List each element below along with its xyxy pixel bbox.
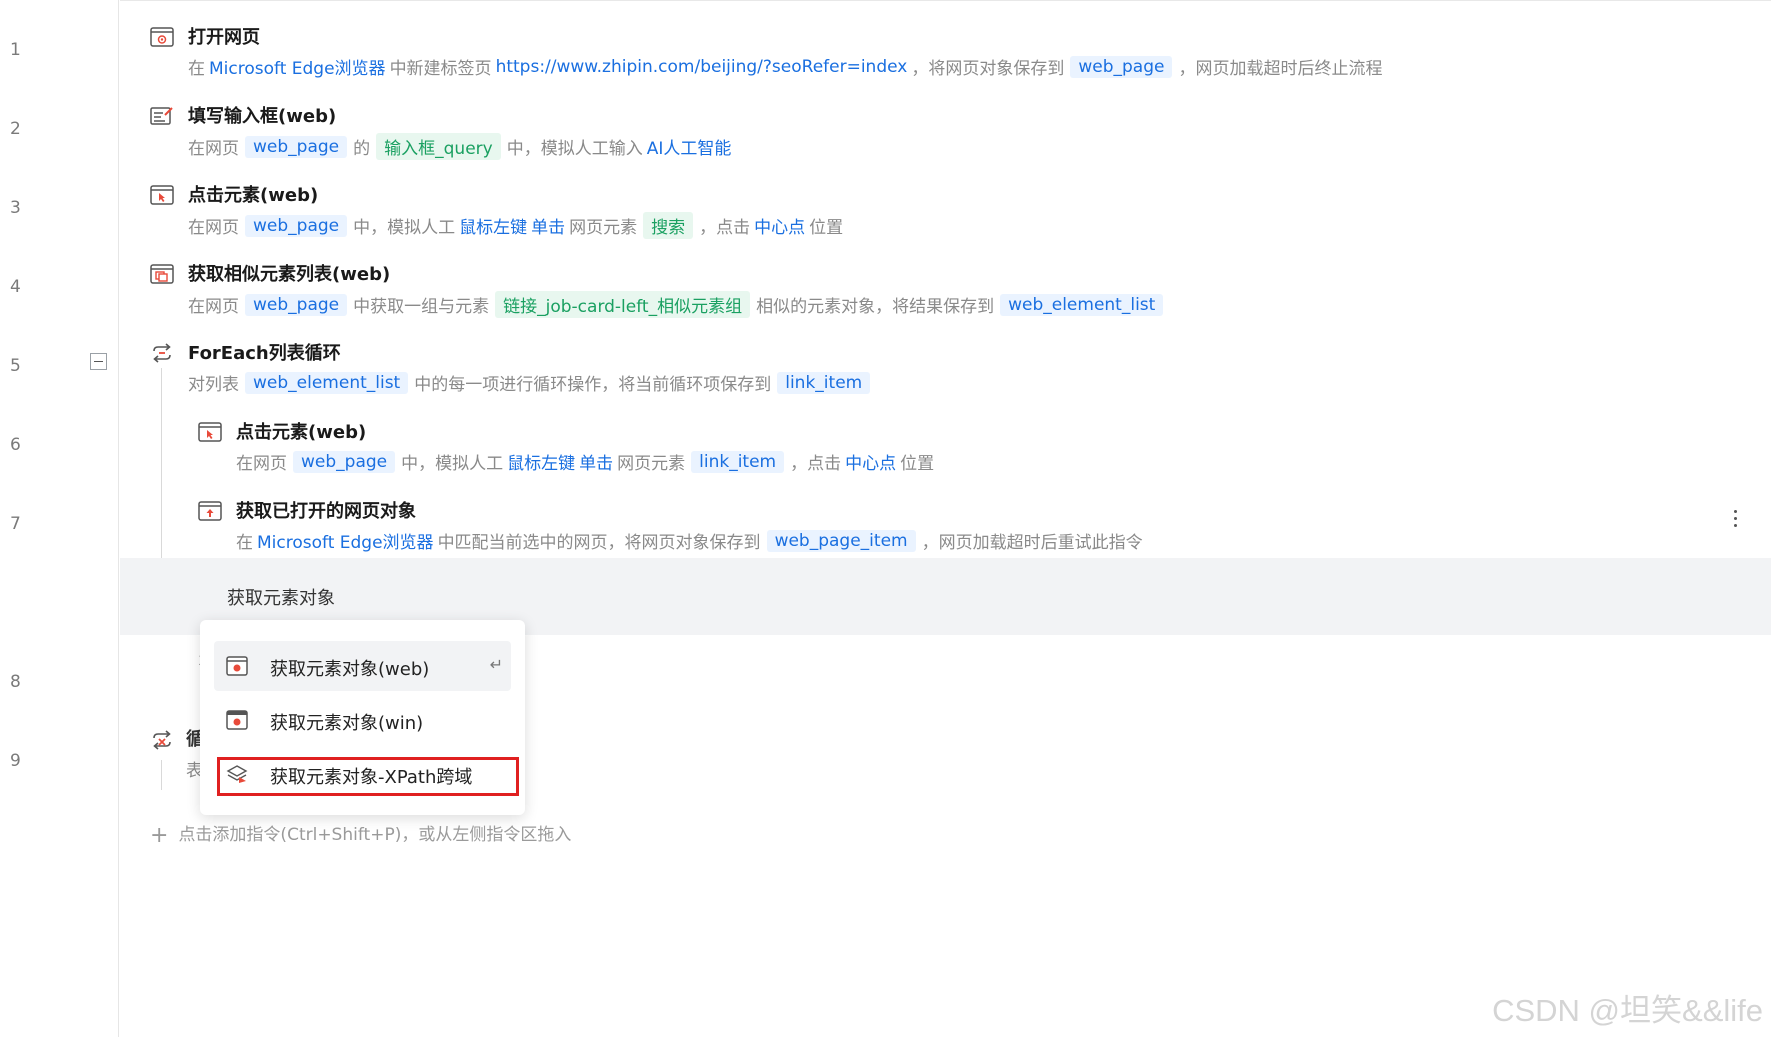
- step-description: 在网页 web_page 中，模拟人工 鼠标左键 单击 网页元素 搜索 ，点击 …: [188, 212, 847, 239]
- loop-tree-line: [161, 368, 162, 564]
- desc-text: 在: [236, 533, 253, 553]
- browser-keyword[interactable]: Microsoft Edge浏览器: [209, 54, 386, 79]
- input-value-keyword[interactable]: AI人工智能: [647, 134, 732, 159]
- desc-text: 中匹配当前选中的网页，将网页对象保存到: [437, 533, 761, 553]
- highlight-annotation-box: [217, 757, 519, 796]
- step-description: 在网页 web_page 中获取一组与元素 链接_job-card-left_相…: [188, 291, 1169, 318]
- desc-text: 中的每一项进行循环操作，将当前循环项保存到: [414, 375, 772, 395]
- enter-key-icon: ↵: [489, 657, 503, 674]
- browser-open-icon: [150, 27, 174, 47]
- step-title: 打开网页: [188, 27, 260, 48]
- suggestion-item-web[interactable]: 获取元素对象(web) ↵: [214, 641, 511, 691]
- variable-tag[interactable]: web_page: [245, 135, 348, 158]
- desc-text: 在网页: [188, 139, 239, 159]
- window-element-icon: [226, 710, 248, 730]
- element-tag[interactable]: 输入框_query: [376, 133, 501, 160]
- line-number: 3: [10, 198, 21, 218]
- more-options-icon[interactable]: [1734, 510, 1738, 531]
- desc-text: 的: [353, 139, 371, 159]
- variable-tag[interactable]: web_page: [293, 450, 396, 473]
- variable-tag[interactable]: link_item: [691, 450, 785, 473]
- url-keyword[interactable]: https://www.zhipin.com/beijing/?seoRefer…: [496, 57, 908, 77]
- line-number: 4: [10, 277, 21, 297]
- top-border: [120, 0, 1771, 1]
- add-command-text: 点击添加指令(Ctrl+Shift+P)，或从左侧指令区拖入: [178, 825, 572, 845]
- element-tag[interactable]: 搜索: [643, 212, 694, 239]
- desc-text: 在: [188, 59, 205, 79]
- variable-tag[interactable]: web_element_list: [1000, 293, 1164, 316]
- step-description: 在网页 web_page 中，模拟人工 鼠标左键 单击 网页元素 link_it…: [236, 449, 938, 474]
- variable-tag[interactable]: link_item: [777, 371, 871, 394]
- desc-text: 中获取一组与元素: [353, 297, 490, 317]
- desc-text: 位置: [809, 218, 844, 238]
- browser-upload-icon: [198, 501, 222, 521]
- mouse-button-keyword[interactable]: 鼠标左键: [507, 449, 575, 474]
- line-number: 7: [10, 514, 21, 534]
- add-command-hint[interactable]: + 点击添加指令(Ctrl+Shift+P)，或从左侧指令区拖入: [150, 820, 571, 848]
- loop-icon: [150, 343, 174, 363]
- desc-text: 在网页: [188, 218, 239, 238]
- step-title: ForEach列表循环: [188, 343, 341, 364]
- step-description: 在 Microsoft Edge浏览器 中匹配当前选中的网页，将网页对象保存到 …: [236, 528, 1147, 553]
- input-edit-icon: [150, 106, 174, 126]
- desc-text: 中，模拟人工输入: [506, 139, 643, 159]
- variable-tag[interactable]: web_element_list: [245, 371, 409, 394]
- step-title: 点击元素(web): [188, 185, 319, 206]
- line-number: 8: [10, 672, 21, 692]
- line-number: 9: [10, 751, 21, 771]
- click-element-icon: [198, 422, 222, 442]
- desc-text: ，点击: [699, 218, 751, 238]
- suggestion-item-win[interactable]: 获取元素对象(win): [214, 695, 511, 745]
- plus-icon: +: [150, 823, 169, 848]
- line-number: 2: [10, 119, 21, 139]
- variable-tag[interactable]: web_page: [245, 293, 348, 316]
- collapse-toggle-button[interactable]: [90, 353, 107, 370]
- desc-text: ，网页加载超时后终止流程: [1178, 59, 1383, 79]
- desc-text: 中，模拟人工: [401, 454, 504, 474]
- line-number: 6: [10, 435, 21, 455]
- click-position-keyword[interactable]: 中心点: [754, 213, 805, 238]
- step-description: 在 Microsoft Edge浏览器 中新建标签页 https://www.z…: [188, 54, 1386, 79]
- suggestion-label: 获取元素对象(web): [270, 659, 430, 680]
- step-description: 在网页 web_page 的 输入框_query 中，模拟人工输入 AI人工智能: [188, 133, 735, 160]
- loop-end-icon: [150, 730, 174, 750]
- desc-text: 对列表: [188, 375, 239, 395]
- click-type-keyword[interactable]: 单击: [579, 449, 613, 474]
- click-type-keyword[interactable]: 单击: [531, 213, 565, 238]
- similar-elements-icon: [150, 264, 174, 284]
- desc-text: 中，模拟人工: [353, 218, 456, 238]
- click-element-icon: [150, 185, 174, 205]
- gutter-divider: [118, 0, 119, 1037]
- desc-text: 网页元素: [569, 218, 638, 238]
- command-search-input[interactable]: 获取元素对象: [227, 584, 335, 610]
- desc-text: 中新建标签页: [389, 59, 492, 79]
- desc-text: 在网页: [236, 454, 287, 474]
- desc-text: 在网页: [188, 297, 239, 317]
- desc-text: 相似的元素对象，将结果保存到: [756, 297, 995, 317]
- line-number: 5: [10, 356, 21, 376]
- line-number: 1: [10, 40, 21, 60]
- browser-element-icon: [226, 656, 248, 676]
- step-title: 获取已打开的网页对象: [236, 501, 416, 522]
- element-tag[interactable]: 链接_job-card-left_相似元素组: [495, 291, 751, 318]
- loop-tree-line: [161, 760, 162, 790]
- mouse-button-keyword[interactable]: 鼠标左键: [459, 213, 527, 238]
- variable-tag[interactable]: web_page_item: [766, 529, 916, 552]
- suggestion-label: 获取元素对象(win): [270, 713, 424, 734]
- step-description: 对列表 web_element_list 中的每一项进行循环操作，将当前循环项保…: [188, 370, 876, 395]
- desc-text: ，将网页对象保存到: [911, 59, 1065, 79]
- desc-text: ，网页加载超时后重试此指令: [921, 533, 1143, 553]
- step-title: 获取相似元素列表(web): [188, 264, 391, 285]
- desc-text: ，点击: [790, 454, 842, 474]
- desc-text: 网页元素: [617, 454, 686, 474]
- step-title: 填写输入框(web): [188, 106, 337, 127]
- step-title: 点击元素(web): [236, 422, 367, 443]
- browser-keyword[interactable]: Microsoft Edge浏览器: [257, 528, 434, 553]
- csdn-watermark: CSDN @坦笑&&life: [1492, 993, 1763, 1028]
- click-position-keyword[interactable]: 中心点: [845, 449, 896, 474]
- variable-tag[interactable]: web_page: [1070, 55, 1173, 78]
- variable-tag[interactable]: web_page: [245, 214, 348, 237]
- desc-text: 位置: [900, 454, 935, 474]
